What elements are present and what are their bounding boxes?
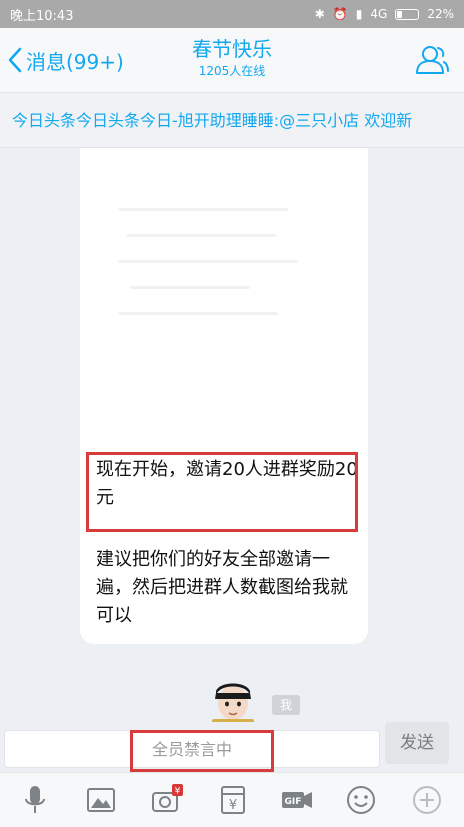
- chat-area[interactable]: 现在开始，邀请20人进群奖励20元 建议把你们的好友全部邀请一遍，然后把进群人数…: [0, 148, 464, 725]
- blurred-image: [118, 188, 308, 338]
- battery-icon: [395, 8, 420, 20]
- online-count: 1205人在线: [198, 64, 266, 78]
- more-button[interactable]: [410, 783, 444, 817]
- image-icon: [87, 788, 115, 812]
- image-button[interactable]: [84, 783, 118, 817]
- input-toolbar: ¥ ¥ GIF: [0, 772, 464, 827]
- wallet-icon: ¥: [221, 786, 245, 814]
- gif-button[interactable]: GIF: [280, 783, 314, 817]
- input-row: 全员禁言中 发送: [0, 722, 464, 772]
- network-type: 4G: [370, 7, 388, 21]
- bluetooth-icon: ✱: [314, 7, 325, 21]
- status-time: 晚上10:43: [10, 8, 74, 24]
- battery-level: 22%: [427, 7, 454, 21]
- wallet-button[interactable]: ¥: [216, 783, 250, 817]
- highlight-box-reward: [86, 452, 358, 532]
- camera-button[interactable]: ¥: [150, 783, 184, 817]
- send-button[interactable]: 发送: [385, 722, 449, 764]
- user-avatar[interactable]: [206, 675, 260, 725]
- chat-header: 消息(99+) 春节快乐 1205人在线: [0, 28, 464, 92]
- camera-icon: ¥: [152, 784, 183, 812]
- signal-icon: ▮: [355, 7, 363, 21]
- microphone-icon: [25, 786, 45, 813]
- voice-button[interactable]: [18, 783, 52, 817]
- group-title: 春节快乐: [192, 37, 272, 61]
- highlight-box-muted: [130, 730, 274, 772]
- message-text-instruction: 建议把你们的好友全部邀请一遍，然后把进群人数截图给我就可以: [96, 549, 348, 626]
- emoji-button[interactable]: [344, 783, 378, 817]
- back-label: 消息(99+): [26, 49, 124, 74]
- plus-icon: [413, 786, 441, 814]
- alarm-icon: ⏰: [332, 7, 348, 21]
- back-button[interactable]: 消息(99+): [6, 42, 124, 78]
- me-tag: 我: [272, 695, 300, 715]
- chevron-left-icon: [8, 47, 22, 73]
- gif-label: GIF: [285, 797, 302, 807]
- group-notice-bar[interactable]: 今日头条今日头条今日-旭开助理睡睡:@三只小店 欢迎新: [0, 92, 464, 148]
- red-packet-badge: ¥: [175, 787, 181, 797]
- smiley-icon: [347, 786, 375, 814]
- gif-icon: GIF: [282, 792, 312, 808]
- status-bar: 晚上10:43 ✱ ⏰ ▮ 4G 22%: [0, 0, 464, 28]
- group-members-icon[interactable]: [414, 42, 450, 78]
- title-block: 春节快乐 1205人在线: [120, 36, 344, 80]
- wallet-symbol: ¥: [229, 798, 237, 813]
- status-icons: ✱ ⏰ ▮ 4G 22%: [315, 7, 454, 21]
